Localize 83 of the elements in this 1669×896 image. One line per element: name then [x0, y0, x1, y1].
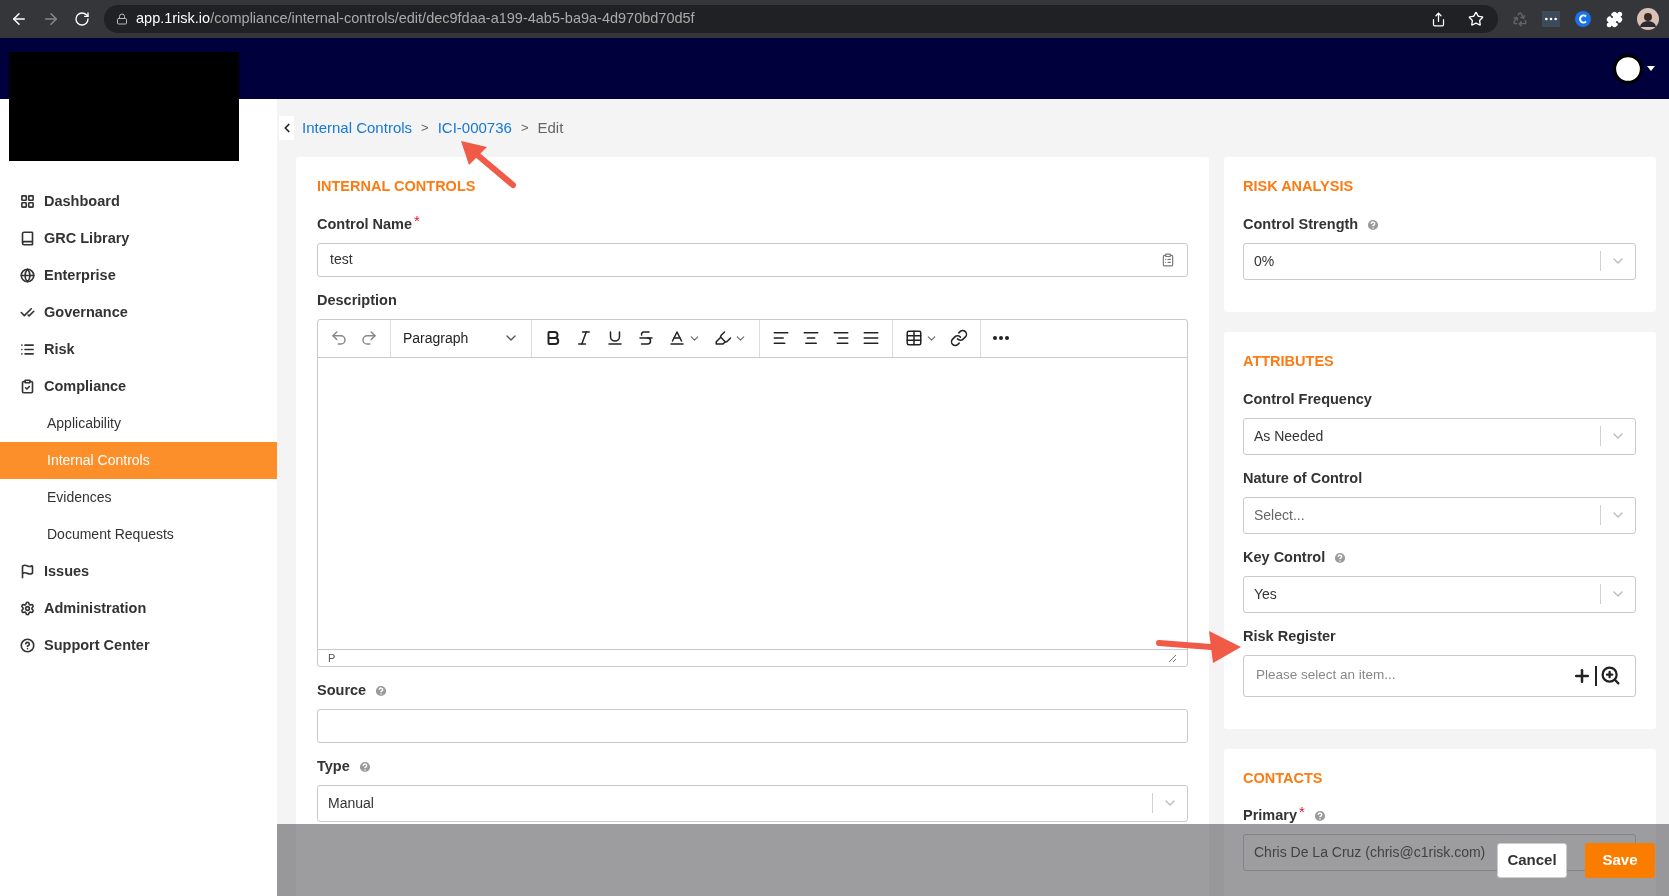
- share-icon[interactable]: [1431, 11, 1446, 27]
- extension-dots-icon[interactable]: [1542, 11, 1560, 27]
- reload-icon[interactable]: [74, 11, 90, 27]
- extensions-icon[interactable]: [1606, 10, 1623, 28]
- field-label: Nature of Control: [1243, 468, 1363, 488]
- forward-icon[interactable]: [42, 10, 60, 28]
- cancel-button[interactable]: Cancel: [1497, 842, 1567, 878]
- field-label: Primary: [1243, 806, 1297, 826]
- double-check-icon: [20, 305, 35, 320]
- text-color-icon: [668, 329, 686, 348]
- strikethrough-icon: [637, 329, 655, 348]
- card-title: ATTRIBUTES: [1243, 351, 1335, 371]
- card-title: INTERNAL CONTROLS: [317, 177, 477, 196]
- field-label: Type: [317, 756, 350, 776]
- url-text: app.1risk.io/compliance/internal-controls/edit/dec9fdaa-a199-4ab5-ba9a-4d970bd70d5f: [136, 9, 696, 29]
- field-label: Risk Register: [1243, 626, 1336, 646]
- undo-icon: [330, 329, 348, 348]
- book-icon: [20, 231, 35, 246]
- field-label: Control Strength: [1243, 214, 1359, 234]
- block-format-dropdown[interactable]: Paragraph: [397, 323, 525, 354]
- field-label: Description: [317, 290, 397, 310]
- text-field[interactable]: [317, 708, 1188, 743]
- user-avatar-icon: [1612, 52, 1644, 85]
- select-dropdown[interactable]: Manual: [317, 784, 1188, 822]
- card-title: CONTACTS: [1243, 768, 1324, 788]
- user-menu[interactable]: [1612, 52, 1655, 85]
- underline-icon: [606, 329, 624, 348]
- sidebar-item[interactable]: Issues: [0, 553, 277, 590]
- breadcrumb-separator: >: [520, 119, 529, 138]
- sidebar-item[interactable]: Support Center: [0, 627, 277, 664]
- highlighter-icon: [714, 329, 732, 348]
- list-icon: [20, 342, 35, 357]
- sidebar-subitem[interactable]: Evidences: [0, 479, 277, 516]
- field-label: Control Name: [317, 214, 413, 234]
- field-label: Source: [317, 680, 367, 700]
- lookup-field[interactable]: Please select an item...: [1243, 654, 1636, 697]
- required-asterisk: *: [1299, 802, 1305, 822]
- extension-circle-icon[interactable]: [1574, 10, 1592, 28]
- caret-icon: [1647, 66, 1655, 71]
- clipboard-check-icon: [20, 379, 35, 394]
- required-asterisk: *: [414, 210, 420, 231]
- table-icon: [905, 329, 923, 348]
- sidebar-item[interactable]: Administration: [0, 590, 277, 627]
- bookmark-star-icon[interactable]: [1468, 11, 1484, 27]
- address-bar[interactable]: app.1risk.io/compliance/internal-controls/edit/dec9fdaa-a199-4ab5-ba9a-4d970bd70d5f: [104, 5, 1498, 33]
- collapse-sidebar-button[interactable]: [279, 116, 294, 140]
- field-label: Key Control: [1243, 547, 1326, 567]
- element-path: P: [328, 650, 336, 666]
- sidebar-item[interactable]: Compliance: [0, 368, 277, 405]
- select-dropdown[interactable]: 0%: [1243, 242, 1636, 280]
- sidebar-item[interactable]: Dashboard: [0, 183, 277, 220]
- more-icon: [993, 336, 1009, 341]
- sidebar-item[interactable]: GRC Library: [0, 220, 277, 257]
- lock-icon: [116, 13, 128, 25]
- text-field[interactable]: test: [317, 242, 1188, 277]
- profile-avatar[interactable]: [1637, 8, 1659, 30]
- search-icon[interactable]: [1600, 665, 1621, 686]
- select-dropdown[interactable]: Select...: [1243, 496, 1636, 534]
- gear-icon: [20, 601, 35, 616]
- sidebar-subitem[interactable]: Document Requests: [0, 516, 277, 553]
- redo-icon: [360, 329, 378, 348]
- back-icon[interactable]: [10, 10, 28, 28]
- select-dropdown[interactable]: As Needed: [1243, 417, 1636, 455]
- sidebar-item[interactable]: Governance: [0, 294, 277, 331]
- sidebar-item[interactable]: Enterprise: [0, 257, 277, 294]
- grid-icon: [20, 194, 35, 209]
- placeholder: Please select an item...: [1256, 666, 1397, 685]
- field-value: test: [330, 250, 353, 270]
- breadcrumb-separator: >: [421, 119, 429, 138]
- link-icon: [950, 329, 968, 348]
- select-dropdown[interactable]: Yes: [1243, 575, 1636, 613]
- field-label: Control Frequency: [1243, 389, 1372, 409]
- globe-icon: [20, 268, 35, 283]
- italic-icon: [575, 329, 593, 348]
- sidebar-subitem[interactable]: Applicability: [0, 405, 277, 442]
- breadcrumb-current: Edit: [537, 117, 564, 138]
- card-title: RISK ANALYSIS: [1243, 177, 1355, 196]
- breadcrumb-link[interactable]: Internal Controls: [302, 116, 413, 140]
- sidebar-item[interactable]: Risk: [0, 331, 277, 368]
- resize-handle-icon[interactable]: [1167, 652, 1177, 663]
- help-icon: [20, 638, 35, 653]
- breadcrumb-link[interactable]: ICI-000736: [437, 116, 512, 140]
- flag-icon: [20, 564, 35, 579]
